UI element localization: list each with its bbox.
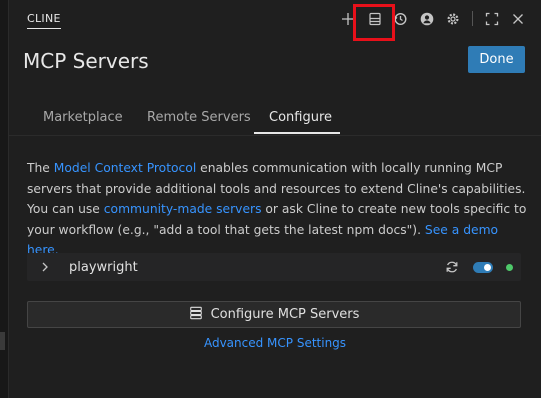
cline-panel: CLINE MCP Servers Done Marketplace Remot… xyxy=(9,0,541,398)
configure-mcp-servers-button[interactable]: Configure MCP Servers xyxy=(27,301,521,328)
toggle-knob xyxy=(484,264,491,271)
server-row-playwright[interactable]: playwright xyxy=(27,253,521,281)
scroll-marker xyxy=(0,332,5,350)
advanced-mcp-settings-link[interactable]: Advanced MCP Settings xyxy=(9,336,541,350)
done-button[interactable]: Done xyxy=(468,46,525,73)
title-bar: CLINE xyxy=(9,0,541,41)
server-icon xyxy=(189,306,203,324)
chevron-right-icon[interactable] xyxy=(37,259,53,275)
close-icon[interactable] xyxy=(508,9,528,29)
toolbar-separator xyxy=(472,11,473,26)
gear-icon[interactable] xyxy=(443,9,463,29)
description-text: The xyxy=(27,161,54,175)
active-tab-indicator xyxy=(254,132,340,134)
view-title-tab[interactable]: CLINE xyxy=(27,12,61,29)
model-context-protocol-link[interactable]: Model Context Protocol xyxy=(54,161,196,175)
fullscreen-icon[interactable] xyxy=(482,9,502,29)
tab-bar: Marketplace Remote Servers Configure xyxy=(9,102,541,136)
tab-configure[interactable]: Configure xyxy=(269,110,332,125)
server-status-indicator xyxy=(506,264,513,271)
server-enable-toggle[interactable] xyxy=(473,262,493,273)
account-icon[interactable] xyxy=(417,9,437,29)
mcp-description: The Model Context Protocol enables commu… xyxy=(27,158,533,261)
refresh-icon[interactable] xyxy=(444,259,460,275)
server-name: playwright xyxy=(69,260,138,275)
configure-button-label: Configure MCP Servers xyxy=(210,307,360,322)
editor-edge xyxy=(0,0,9,398)
community-servers-link[interactable]: community-made servers xyxy=(104,202,262,216)
highlight-annotation xyxy=(353,4,395,41)
tab-remote-servers[interactable]: Remote Servers xyxy=(147,110,251,125)
tab-marketplace[interactable]: Marketplace xyxy=(43,110,123,125)
page-title: MCP Servers xyxy=(23,49,149,73)
